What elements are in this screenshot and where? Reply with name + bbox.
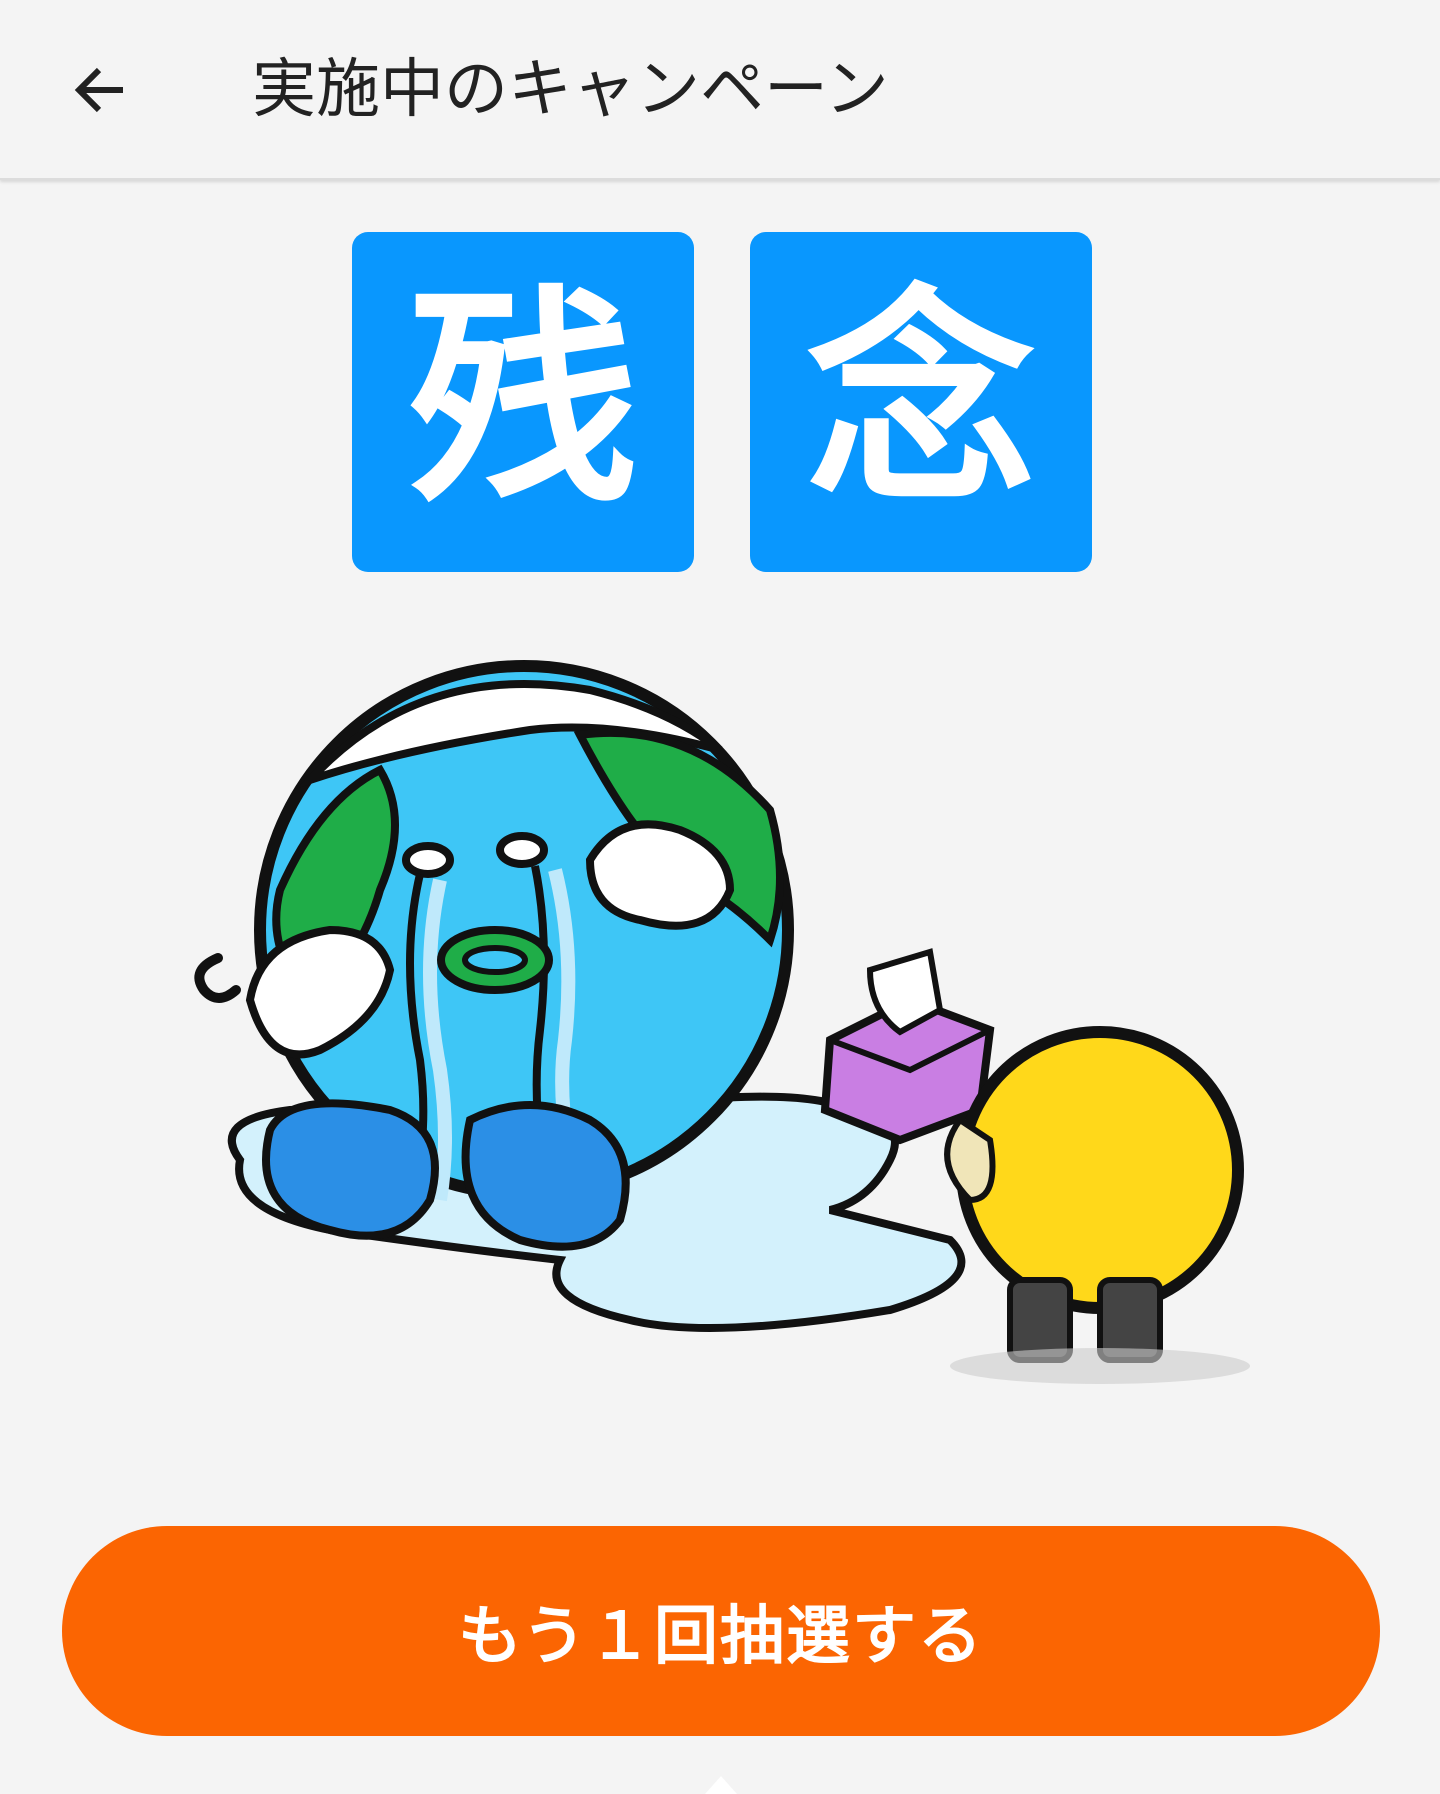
result-char-1: 残 — [407, 268, 638, 535]
crying-earth-illustration — [194, 660, 1250, 1384]
foot-right — [461, 1101, 630, 1251]
bottom-notch — [705, 1776, 737, 1794]
foot-left — [262, 1099, 439, 1240]
eye-right — [496, 832, 548, 868]
app-bar: 実施中のキャンペーン — [0, 0, 1440, 180]
sweat-mark — [194, 953, 241, 1003]
eye-left — [402, 842, 454, 878]
retry-lottery-button[interactable]: もう１回抽選する — [62, 1526, 1380, 1736]
arrow-left-icon — [74, 67, 123, 113]
yellow-leg-left — [1007, 1277, 1073, 1363]
result-char-2: 念 — [805, 268, 1036, 535]
yellow-leg-right — [1097, 1277, 1163, 1363]
back-button[interactable] — [56, 45, 146, 135]
result-tile-1: 残 — [352, 232, 694, 572]
result-tile-2: 念 — [750, 232, 1092, 572]
page-title: 実施中のキャンペーン — [252, 53, 889, 127]
yellow-character — [956, 1026, 1244, 1314]
retry-lottery-label: もう１回抽選する — [457, 1600, 985, 1674]
